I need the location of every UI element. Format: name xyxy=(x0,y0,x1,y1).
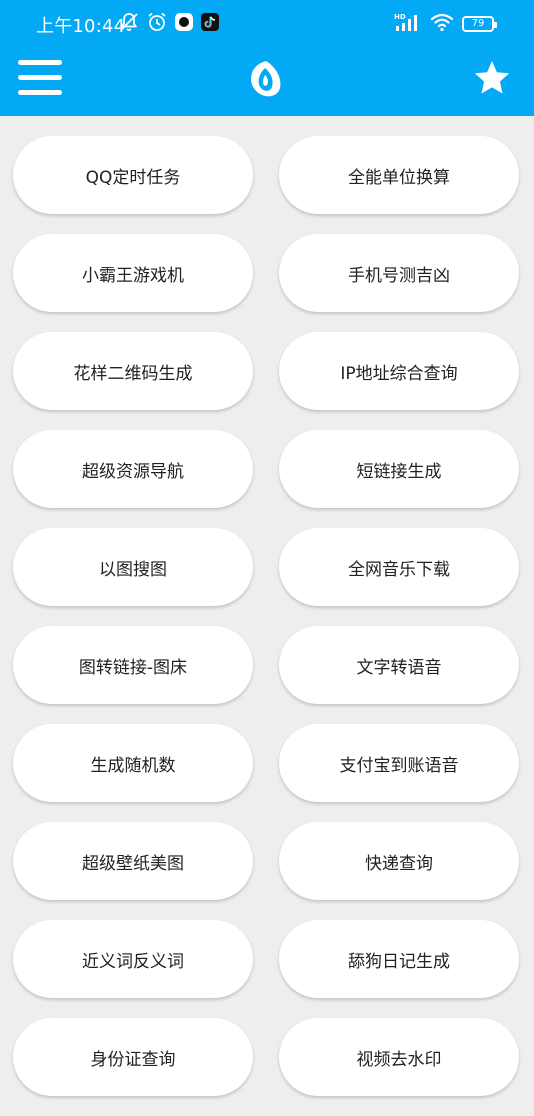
wifi-icon xyxy=(430,12,454,36)
network-badge: HD xyxy=(394,13,406,21)
tool-button[interactable]: 超级资源导航 xyxy=(13,430,253,508)
status-icons-right: HD 79 xyxy=(394,11,497,37)
tool-button[interactable]: 近义词反义词 xyxy=(13,920,253,998)
tool-button[interactable]: 支付宝到账语音 xyxy=(279,724,519,802)
tool-button[interactable]: QQ定时任务 xyxy=(13,136,253,214)
tool-button[interactable]: 生成随机数 xyxy=(13,724,253,802)
tiktok-icon xyxy=(200,12,220,36)
signal-icon: HD xyxy=(394,11,422,37)
tool-button[interactable]: 手机号测吉凶 xyxy=(279,234,519,312)
status-icons-left xyxy=(118,12,220,36)
tool-button[interactable]: 全网音乐下载 xyxy=(279,528,519,606)
app-logo-icon xyxy=(245,58,287,100)
tool-button[interactable]: 视频去水印 xyxy=(279,1018,519,1096)
tool-button[interactable]: 花样二维码生成 xyxy=(13,332,253,410)
hamburger-menu-icon[interactable] xyxy=(18,58,62,98)
tool-button[interactable]: 小霸王游戏机 xyxy=(13,234,253,312)
app-notification-icon xyxy=(174,12,194,36)
tool-button[interactable]: 图转链接-图床 xyxy=(13,626,253,704)
tool-button[interactable]: 短链接生成 xyxy=(279,430,519,508)
app-header: 上午10:44 HD 79 xyxy=(0,0,534,116)
toolbar xyxy=(0,48,534,116)
tool-button[interactable]: 以图搜图 xyxy=(13,528,253,606)
tool-button[interactable]: 身份证查询 xyxy=(13,1018,253,1096)
status-bar: 上午10:44 HD 79 xyxy=(0,0,534,48)
tool-button[interactable]: 舔狗日记生成 xyxy=(279,920,519,998)
tool-button[interactable]: 快递查询 xyxy=(279,822,519,900)
tool-button[interactable]: 全能单位换算 xyxy=(279,136,519,214)
battery-level: 79 xyxy=(471,18,485,29)
battery-icon: 79 xyxy=(462,16,497,32)
alarm-icon xyxy=(146,11,168,37)
mute-icon xyxy=(118,11,140,37)
tool-button[interactable]: IP地址综合查询 xyxy=(279,332,519,410)
tool-button[interactable]: 文字转语音 xyxy=(279,626,519,704)
star-icon[interactable] xyxy=(472,58,512,98)
tool-button[interactable]: 超级壁纸美图 xyxy=(13,822,253,900)
status-time: 上午10:44 xyxy=(36,16,126,37)
